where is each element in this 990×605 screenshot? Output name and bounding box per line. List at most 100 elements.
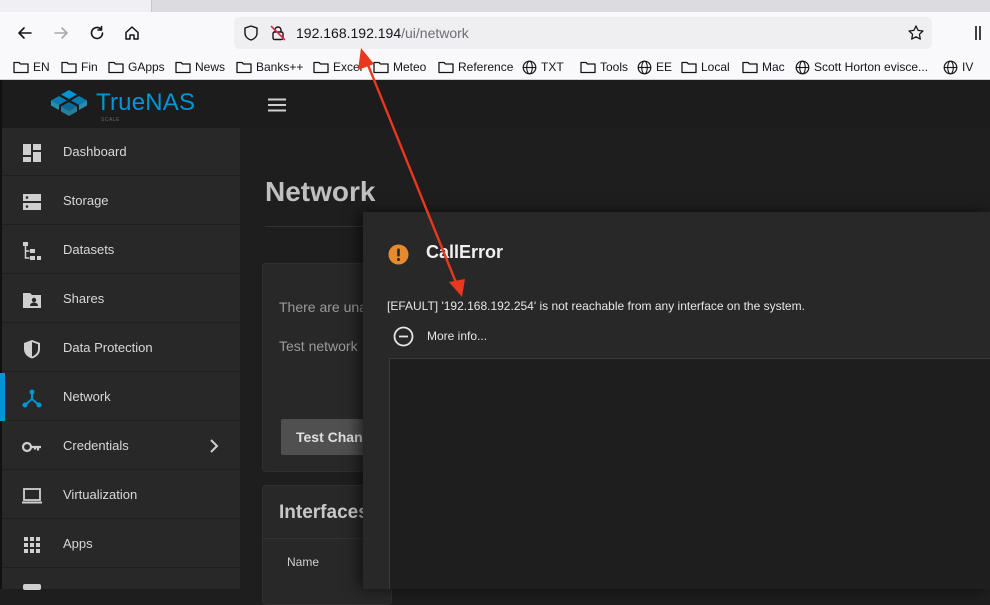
bookmark-item[interactable]: EN bbox=[13, 58, 50, 76]
sidebar-item-virtualization[interactable]: Virtualization bbox=[2, 471, 240, 519]
toolbar-divider-icon bbox=[975, 26, 981, 40]
page-title: Network bbox=[265, 176, 376, 207]
sidebar-item-label: Apps bbox=[63, 536, 93, 551]
test-network-text: Test network bbox=[279, 338, 358, 354]
sidebar-item-datasets[interactable]: Datasets bbox=[2, 226, 240, 274]
forward-arrow-icon bbox=[54, 27, 68, 39]
bookmark-item[interactable]: Banks++ bbox=[236, 58, 303, 76]
forward-button[interactable] bbox=[49, 21, 73, 45]
sidebar-item-label: Datasets bbox=[63, 242, 115, 257]
bookmark-label: Meteo bbox=[393, 60, 427, 74]
bookmark-item[interactable]: GApps bbox=[108, 58, 165, 76]
bookmark-star-icon[interactable] bbox=[907, 24, 925, 42]
bookmark-label: Mac bbox=[762, 60, 785, 74]
bookmark-item[interactable]: Mac bbox=[742, 58, 785, 76]
chevron-right-icon bbox=[210, 439, 219, 453]
sidebar-item-apps[interactable]: Apps bbox=[2, 520, 240, 568]
bookmark-label: EE bbox=[656, 60, 673, 74]
bookmark-label: Local bbox=[701, 60, 730, 74]
globe-icon bbox=[795, 60, 810, 74]
bookmark-item[interactable]: EE bbox=[637, 58, 672, 76]
home-icon bbox=[125, 26, 139, 40]
shares-folder-icon bbox=[23, 293, 41, 308]
sidebar-item-shares[interactable]: Shares bbox=[2, 275, 240, 323]
menu-hamburger-icon[interactable] bbox=[267, 98, 287, 112]
sidebar-item-storage[interactable]: Storage bbox=[2, 177, 240, 225]
logo-subtitle: SCALE bbox=[101, 117, 120, 123]
bookmark-item[interactable]: Local bbox=[681, 58, 730, 76]
bookmarks-bar: EN Fin GApps News Banks++ Excel Meteo Reference… bbox=[0, 54, 990, 80]
call-error-dialog: CallError [EFAULT] '192.168.192.254' is … bbox=[363, 212, 990, 589]
sidebar-item-credentials[interactable]: Credentials bbox=[2, 422, 240, 470]
more-info-toggle[interactable]: More info... bbox=[427, 329, 487, 343]
sidebar-item-partial[interactable] bbox=[2, 569, 240, 590]
collapse-minus-icon[interactable] bbox=[393, 326, 414, 347]
bookmark-label: Scott Horton evisce... bbox=[814, 60, 929, 74]
reload-button[interactable] bbox=[85, 21, 109, 45]
apps-grid-icon bbox=[24, 537, 40, 553]
sidebar-item-label: Network bbox=[63, 389, 111, 404]
folder-icon bbox=[61, 61, 77, 74]
browser-tab[interactable] bbox=[0, 0, 152, 12]
bookmark-label: IV bbox=[962, 60, 974, 74]
bookmark-item[interactable]: Tools bbox=[580, 58, 628, 76]
dashboard-icon bbox=[23, 144, 41, 162]
bookmark-item[interactable]: Excel bbox=[313, 58, 362, 76]
url-host: 192.168.192.194 bbox=[296, 25, 402, 41]
sidebar-item-dashboard[interactable]: Dashboard bbox=[2, 128, 240, 176]
insecure-lock-icon[interactable] bbox=[269, 24, 287, 42]
shield-tracking-icon bbox=[244, 25, 258, 41]
bookmark-item[interactable]: Reference bbox=[438, 58, 513, 76]
globe-icon bbox=[943, 60, 958, 74]
home-button[interactable] bbox=[120, 21, 144, 45]
bookmark-label: Banks++ bbox=[256, 60, 304, 74]
bookmark-label: News bbox=[195, 60, 226, 74]
top-bar bbox=[240, 80, 990, 128]
back-button[interactable] bbox=[13, 21, 37, 45]
folder-icon bbox=[438, 61, 454, 74]
globe-icon bbox=[522, 60, 537, 74]
bookmark-item[interactable]: TXT bbox=[522, 58, 564, 76]
sidebar-item-label: Storage bbox=[63, 193, 109, 208]
browser-toolbar: 192.168.192.194/ui/network bbox=[0, 12, 990, 54]
address-bar[interactable]: 192.168.192.194/ui/network bbox=[234, 17, 932, 49]
logo-area: TrueNAS SCALE bbox=[2, 80, 242, 128]
error-message: [EFAULT] '192.168.192.254' is not reacha… bbox=[387, 299, 805, 313]
bookmark-item[interactable]: Fin bbox=[61, 58, 98, 76]
warning-icon bbox=[388, 244, 409, 265]
url-text[interactable]: 192.168.192.194/ui/network bbox=[296, 25, 469, 41]
bookmark-item[interactable]: Meteo bbox=[373, 58, 426, 76]
stack-trace-panel[interactable] bbox=[389, 358, 990, 589]
datasets-icon bbox=[23, 242, 41, 260]
column-header-name[interactable]: Name bbox=[287, 555, 319, 569]
sidebar-item-network[interactable]: Network bbox=[0, 373, 240, 421]
sidebar-item-label: Dashboard bbox=[63, 144, 127, 159]
back-arrow-icon bbox=[18, 27, 32, 39]
bookmark-label: Excel bbox=[333, 60, 363, 74]
bookmark-item[interactable]: IV bbox=[943, 58, 973, 76]
shield-icon bbox=[24, 340, 40, 359]
folder-icon bbox=[681, 61, 697, 74]
folder-icon bbox=[313, 61, 329, 74]
bookmark-item[interactable]: Scott Horton evisce... bbox=[795, 58, 928, 76]
folder-icon bbox=[236, 61, 252, 74]
sidebar-item-label: Credentials bbox=[63, 438, 129, 453]
interfaces-title: Interfaces bbox=[279, 502, 369, 523]
sidebar-item-data-protection[interactable]: Data Protection bbox=[2, 324, 240, 372]
folder-icon bbox=[13, 61, 29, 74]
sidebar-item-label: Virtualization bbox=[63, 487, 138, 502]
sidebar-item-label: Shares bbox=[63, 291, 105, 306]
bookmark-label: EN bbox=[33, 60, 50, 74]
bookmark-label: GApps bbox=[128, 60, 165, 74]
browser-tab-strip bbox=[0, 0, 990, 12]
folder-icon bbox=[108, 61, 124, 74]
network-icon bbox=[22, 389, 42, 408]
bookmark-label: TXT bbox=[541, 60, 564, 74]
pending-changes-text: There are una bbox=[279, 299, 367, 315]
folder-icon bbox=[742, 61, 758, 74]
url-path: /ui/network bbox=[401, 25, 469, 41]
bookmark-item[interactable]: News bbox=[175, 58, 225, 76]
laptop-icon bbox=[22, 488, 42, 504]
dialog-title: CallError bbox=[426, 242, 504, 262]
key-icon bbox=[21, 441, 41, 453]
